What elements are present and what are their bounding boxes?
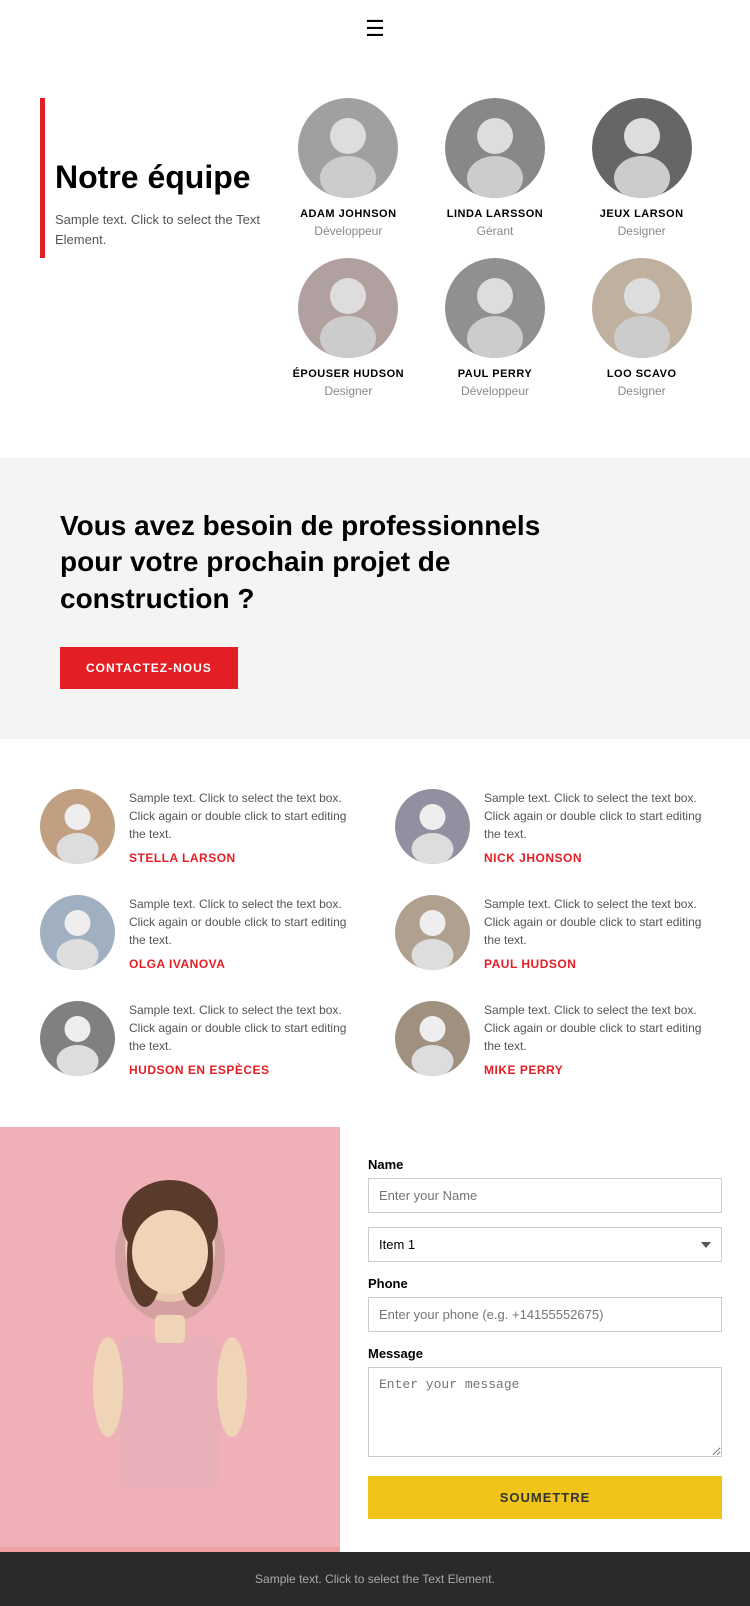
submit-button[interactable]: SOUMETTRE	[368, 1476, 722, 1519]
tl-content-5: Sample text. Click to select the text bo…	[129, 1001, 355, 1077]
team-section: Notre équipe Sample text. Click to selec…	[0, 58, 750, 458]
team-member-1: ADAM JOHNSON Développeur	[280, 98, 417, 238]
tl-avatar-6	[395, 1001, 470, 1076]
navigation: ☰	[0, 0, 750, 58]
team-member-role-1: Développeur	[314, 224, 382, 238]
contact-image	[0, 1127, 340, 1552]
tl-avatar-5	[40, 1001, 115, 1076]
team-member-name-5: PAUL PERRY	[458, 368, 532, 380]
tl-avatar-2	[395, 789, 470, 864]
tl-desc-3: Sample text. Click to select the text bo…	[129, 895, 355, 949]
team-member-role-5: Développeur	[461, 384, 529, 398]
team-avatar-3	[592, 98, 692, 198]
team-member-role-4: Designer	[324, 384, 372, 398]
team-member-name-4: ÉPOUSER HUDSON	[293, 368, 405, 380]
tl-name-4: PAUL HUDSON	[484, 957, 710, 971]
tl-desc-2: Sample text. Click to select the text bo…	[484, 789, 710, 843]
team-avatar-6	[592, 258, 692, 358]
contact-section: Name Item 1 Item 2 Item 3 Phone Message …	[0, 1127, 750, 1552]
team-left: Notre équipe Sample text. Click to selec…	[40, 98, 260, 398]
tl-content-1: Sample text. Click to select the text bo…	[129, 789, 355, 865]
team-member-6: LOO SCAVO Designer	[573, 258, 710, 398]
team-avatar-4	[298, 258, 398, 358]
message-label: Message	[368, 1346, 722, 1361]
team-member-5: PAUL PERRY Développeur	[427, 258, 564, 398]
team-list-section: Sample text. Click to select the text bo…	[0, 739, 750, 1127]
team-member-role-6: Designer	[618, 384, 666, 398]
team-member-role-3: Designer	[618, 224, 666, 238]
team-member-role-2: Gérant	[477, 224, 514, 238]
team-avatar-2	[445, 98, 545, 198]
tl-desc-5: Sample text. Click to select the text bo…	[129, 1001, 355, 1055]
tl-avatar-3	[40, 895, 115, 970]
tl-avatar-4	[395, 895, 470, 970]
tl-content-6: Sample text. Click to select the text bo…	[484, 1001, 710, 1077]
tl-name-2: NICK JHONSON	[484, 851, 710, 865]
tl-content-4: Sample text. Click to select the text bo…	[484, 895, 710, 971]
tl-content-3: Sample text. Click to select the text bo…	[129, 895, 355, 971]
team-member-name-2: LINDA LARSSON	[447, 208, 544, 220]
team-list-item-3: Sample text. Click to select the text bo…	[40, 895, 355, 971]
contact-form: Name Item 1 Item 2 Item 3 Phone Message …	[340, 1127, 750, 1552]
tl-name-6: MIKE PERRY	[484, 1063, 710, 1077]
name-label: Name	[368, 1157, 722, 1172]
item-select[interactable]: Item 1 Item 2 Item 3	[368, 1227, 722, 1262]
team-grid: ADAM JOHNSON Développeur LINDA LARSSON G…	[260, 98, 710, 398]
message-textarea[interactable]	[368, 1367, 722, 1457]
tl-desc-6: Sample text. Click to select the text bo…	[484, 1001, 710, 1055]
team-member-name-6: LOO SCAVO	[607, 368, 677, 380]
cta-section: Vous avez besoin de professionnels pour …	[0, 458, 750, 739]
team-member-name-3: JEUX LARSON	[600, 208, 684, 220]
tl-name-5: HUDSON EN ESPÈCES	[129, 1063, 355, 1077]
team-member-4: ÉPOUSER HUDSON Designer	[280, 258, 417, 398]
team-list-grid: Sample text. Click to select the text bo…	[40, 789, 710, 1077]
team-description: Sample text. Click to select the Text El…	[40, 210, 260, 249]
team-avatar-5	[445, 258, 545, 358]
contact-button[interactable]: CONTACTEZ-NOUS	[60, 647, 238, 689]
team-member-3: JEUX LARSON Designer	[573, 98, 710, 238]
cta-title: Vous avez besoin de professionnels pour …	[60, 508, 560, 617]
footer-text: Sample text. Click to select the Text El…	[40, 1572, 710, 1586]
team-list-item-1: Sample text. Click to select the text bo…	[40, 789, 355, 865]
phone-label: Phone	[368, 1276, 722, 1291]
tl-name-3: OLGA IVANOVA	[129, 957, 355, 971]
team-title: Notre équipe	[40, 158, 260, 196]
tl-desc-4: Sample text. Click to select the text bo…	[484, 895, 710, 949]
team-member-name-1: ADAM JOHNSON	[300, 208, 396, 220]
name-input[interactable]	[368, 1178, 722, 1213]
tl-content-2: Sample text. Click to select the text bo…	[484, 789, 710, 865]
team-list-item-4: Sample text. Click to select the text bo…	[395, 895, 710, 971]
tl-desc-1: Sample text. Click to select the text bo…	[129, 789, 355, 843]
phone-input[interactable]	[368, 1297, 722, 1332]
footer: Sample text. Click to select the Text El…	[0, 1552, 750, 1606]
team-avatar-1	[298, 98, 398, 198]
tl-name-1: STELLA LARSON	[129, 851, 355, 865]
team-list-item-6: Sample text. Click to select the text bo…	[395, 1001, 710, 1077]
tl-avatar-1	[40, 789, 115, 864]
hamburger-icon[interactable]: ☰	[365, 16, 385, 42]
team-member-2: LINDA LARSSON Gérant	[427, 98, 564, 238]
team-list-item-2: Sample text. Click to select the text bo…	[395, 789, 710, 865]
team-list-item-5: Sample text. Click to select the text bo…	[40, 1001, 355, 1077]
woman-illustration	[0, 1127, 340, 1547]
